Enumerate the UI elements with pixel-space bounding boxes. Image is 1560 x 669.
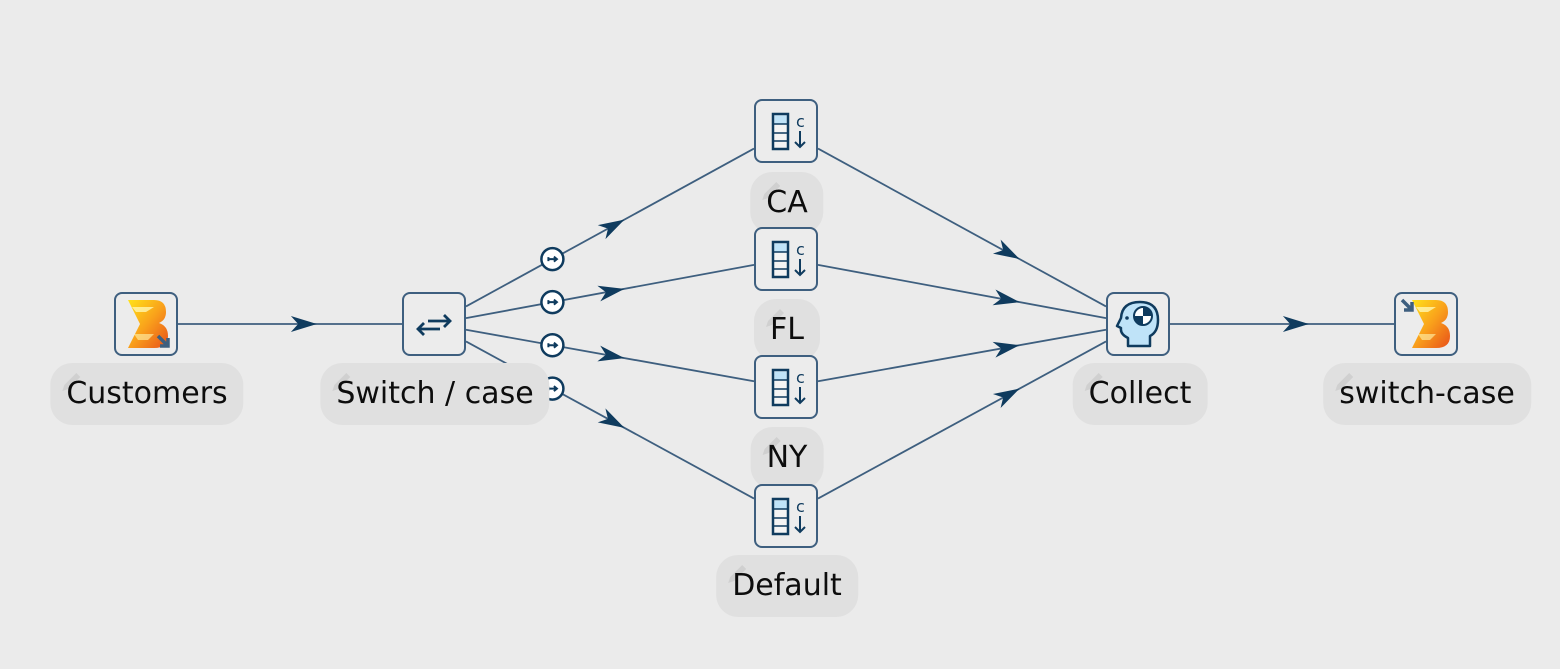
node-switch-case[interactable]: [402, 292, 466, 356]
label-text: switch-case: [1339, 376, 1515, 411]
label-text: FL: [770, 312, 804, 347]
node-default[interactable]: c: [754, 484, 818, 548]
head-target-icon: [1115, 300, 1160, 348]
svg-text:c: c: [796, 368, 805, 387]
node-label-customers[interactable]: Customers: [50, 363, 244, 425]
hop-ca-collect[interactable]: [817, 147, 1107, 308]
node-fl[interactable]: c: [754, 227, 818, 291]
node-label-fl[interactable]: FL: [754, 299, 820, 361]
hop-arrow-icon: [992, 388, 1020, 409]
node-label-ca[interactable]: CA: [750, 172, 824, 234]
label-text: CA: [766, 185, 808, 220]
label-text: Switch / case: [336, 376, 534, 411]
node-label-default[interactable]: Default: [716, 555, 858, 617]
target-hop-icon[interactable]: [540, 289, 565, 315]
node-label-switch-case-output[interactable]: switch-case: [1323, 363, 1531, 425]
add-constant-column-icon: c: [771, 368, 806, 407]
label-text: NY: [766, 440, 808, 475]
node-label-collect[interactable]: Collect: [1072, 363, 1208, 425]
hop-arrow-icon: [992, 239, 1020, 260]
label-text: Default: [732, 568, 842, 603]
beam-output-icon: [1400, 298, 1450, 348]
svg-text:c: c: [796, 497, 805, 516]
node-ny[interactable]: c: [754, 355, 818, 419]
hop-arrow-icon: [597, 408, 625, 428]
node-customers[interactable]: [114, 292, 178, 356]
node-label-switch-case[interactable]: Switch / case: [320, 363, 550, 425]
label-text: Collect: [1088, 376, 1192, 411]
hop-arrow-icon: [597, 219, 625, 240]
node-label-ny[interactable]: NY: [750, 427, 824, 489]
add-constant-column-icon: c: [771, 112, 806, 151]
node-switch-case-output[interactable]: [1394, 292, 1458, 356]
hop-default-collect[interactable]: [817, 340, 1107, 500]
svg-text:c: c: [796, 112, 805, 131]
svg-text:c: c: [796, 240, 805, 259]
hop-ny-collect[interactable]: [817, 328, 1107, 383]
switch-arrows-icon: [416, 314, 452, 336]
node-collect[interactable]: [1106, 292, 1170, 356]
node-ca[interactable]: c: [754, 99, 818, 163]
target-hop-icon[interactable]: [540, 332, 565, 358]
target-hop-icon[interactable]: [540, 246, 565, 272]
add-constant-column-icon: c: [771, 240, 806, 279]
hop-fl-collect[interactable]: [817, 264, 1107, 319]
add-constant-column-icon: c: [771, 497, 806, 536]
label-text: Customers: [66, 376, 228, 411]
beam-input-icon: [128, 300, 170, 348]
